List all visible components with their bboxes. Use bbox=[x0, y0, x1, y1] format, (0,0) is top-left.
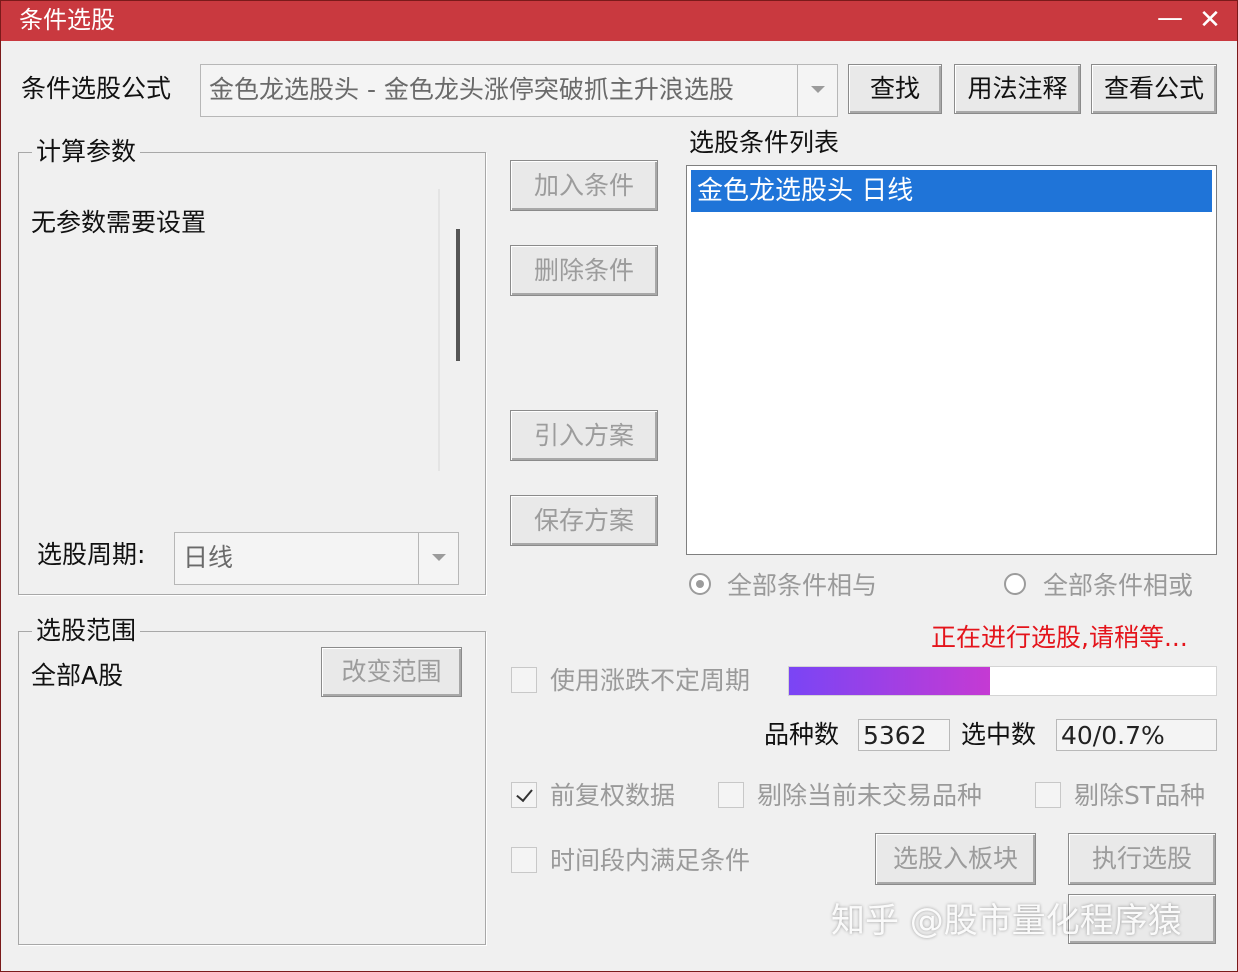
remove-untraded-checkbox[interactable] bbox=[718, 782, 744, 808]
period-satisfy-label: 时间段内满足条件 bbox=[550, 846, 751, 875]
params-message: 无参数需要设置 bbox=[31, 208, 207, 237]
execute-selection-button[interactable]: 执行选股 bbox=[1068, 833, 1216, 885]
count-label: 品种数 bbox=[764, 720, 840, 749]
count-field: 5362 bbox=[858, 719, 950, 751]
selected-count-field: 40/0.7% bbox=[1056, 719, 1217, 751]
find-button[interactable]: 查找 bbox=[848, 64, 942, 114]
remove-untraded-label: 剔除当前未交易品种 bbox=[757, 781, 983, 810]
formula-label: 条件选股公式 bbox=[21, 74, 172, 103]
radio-dot-icon bbox=[696, 580, 704, 588]
formula-select[interactable]: 金色龙选股头 - 金色龙头涨停突破抓主升浪选股 bbox=[200, 64, 838, 117]
status-text: 正在进行选股,请稍等... bbox=[931, 623, 1188, 652]
selected-count-label: 选中数 bbox=[961, 720, 1037, 749]
save-plan-button[interactable]: 保存方案 bbox=[510, 495, 658, 546]
formula-dropdown-button[interactable] bbox=[797, 65, 837, 116]
uncertain-period-label: 使用涨跌不定周期 bbox=[550, 666, 751, 695]
condition-stock-selection-dialog: 条件选股 — ✕ 条件选股公式 金色龙选股头 - 金色龙头涨停突破抓主升浪选股 … bbox=[0, 0, 1238, 972]
watermark-text: 知乎 @股市量化程序猿 bbox=[831, 901, 1182, 941]
view-formula-button[interactable]: 查看公式 bbox=[1091, 64, 1217, 114]
remove-st-checkbox[interactable] bbox=[1035, 782, 1061, 808]
logic-or-radio[interactable] bbox=[1004, 573, 1026, 595]
condition-list-title: 选股条件列表 bbox=[689, 128, 840, 157]
formula-select-value: 金色龙选股头 - 金色龙头涨停突破抓主升浪选股 bbox=[209, 75, 734, 104]
forward-adjust-label: 前复权数据 bbox=[550, 781, 676, 810]
period-dropdown-button[interactable] bbox=[418, 533, 458, 584]
chevron-down-icon bbox=[432, 554, 446, 561]
range-value: 全部A股 bbox=[31, 661, 124, 690]
progress-bar bbox=[788, 666, 1217, 696]
period-select-value: 日线 bbox=[183, 543, 234, 572]
condition-list[interactable]: 金色龙选股头 日线 bbox=[686, 165, 1217, 555]
change-range-button[interactable]: 改变范围 bbox=[321, 647, 462, 697]
add-condition-button[interactable]: 加入条件 bbox=[510, 160, 658, 211]
chevron-down-icon bbox=[811, 86, 825, 93]
period-label: 选股周期: bbox=[37, 540, 146, 569]
params-scrollbar-thumb[interactable] bbox=[456, 229, 460, 361]
add-to-block-button[interactable]: 选股入板块 bbox=[875, 833, 1036, 885]
params-group-title: 计算参数 bbox=[32, 137, 141, 167]
title-bar[interactable]: 条件选股 — ✕ bbox=[1, 1, 1237, 41]
range-group-title: 选股范围 bbox=[32, 616, 141, 646]
logic-and-radio[interactable] bbox=[689, 573, 711, 595]
close-icon[interactable]: ✕ bbox=[1193, 5, 1227, 35]
period-select[interactable]: 日线 bbox=[174, 532, 459, 585]
window-title: 条件选股 bbox=[19, 6, 115, 34]
list-item[interactable]: 金色龙选股头 日线 bbox=[691, 170, 1212, 212]
delete-condition-button[interactable]: 删除条件 bbox=[510, 245, 658, 296]
period-satisfy-checkbox[interactable] bbox=[511, 847, 537, 873]
params-scrollbar-track[interactable] bbox=[438, 189, 440, 471]
forward-adjust-checkbox[interactable] bbox=[511, 782, 537, 808]
progress-fill bbox=[789, 667, 990, 695]
usage-notes-button[interactable]: 用法注释 bbox=[954, 64, 1081, 114]
uncertain-period-checkbox[interactable] bbox=[511, 667, 537, 693]
minimize-icon[interactable]: — bbox=[1153, 5, 1187, 35]
logic-or-label: 全部条件相或 bbox=[1043, 571, 1194, 600]
import-plan-button[interactable]: 引入方案 bbox=[510, 410, 658, 461]
logic-and-label: 全部条件相与 bbox=[727, 571, 878, 600]
remove-st-label: 剔除ST品种 bbox=[1074, 781, 1206, 810]
